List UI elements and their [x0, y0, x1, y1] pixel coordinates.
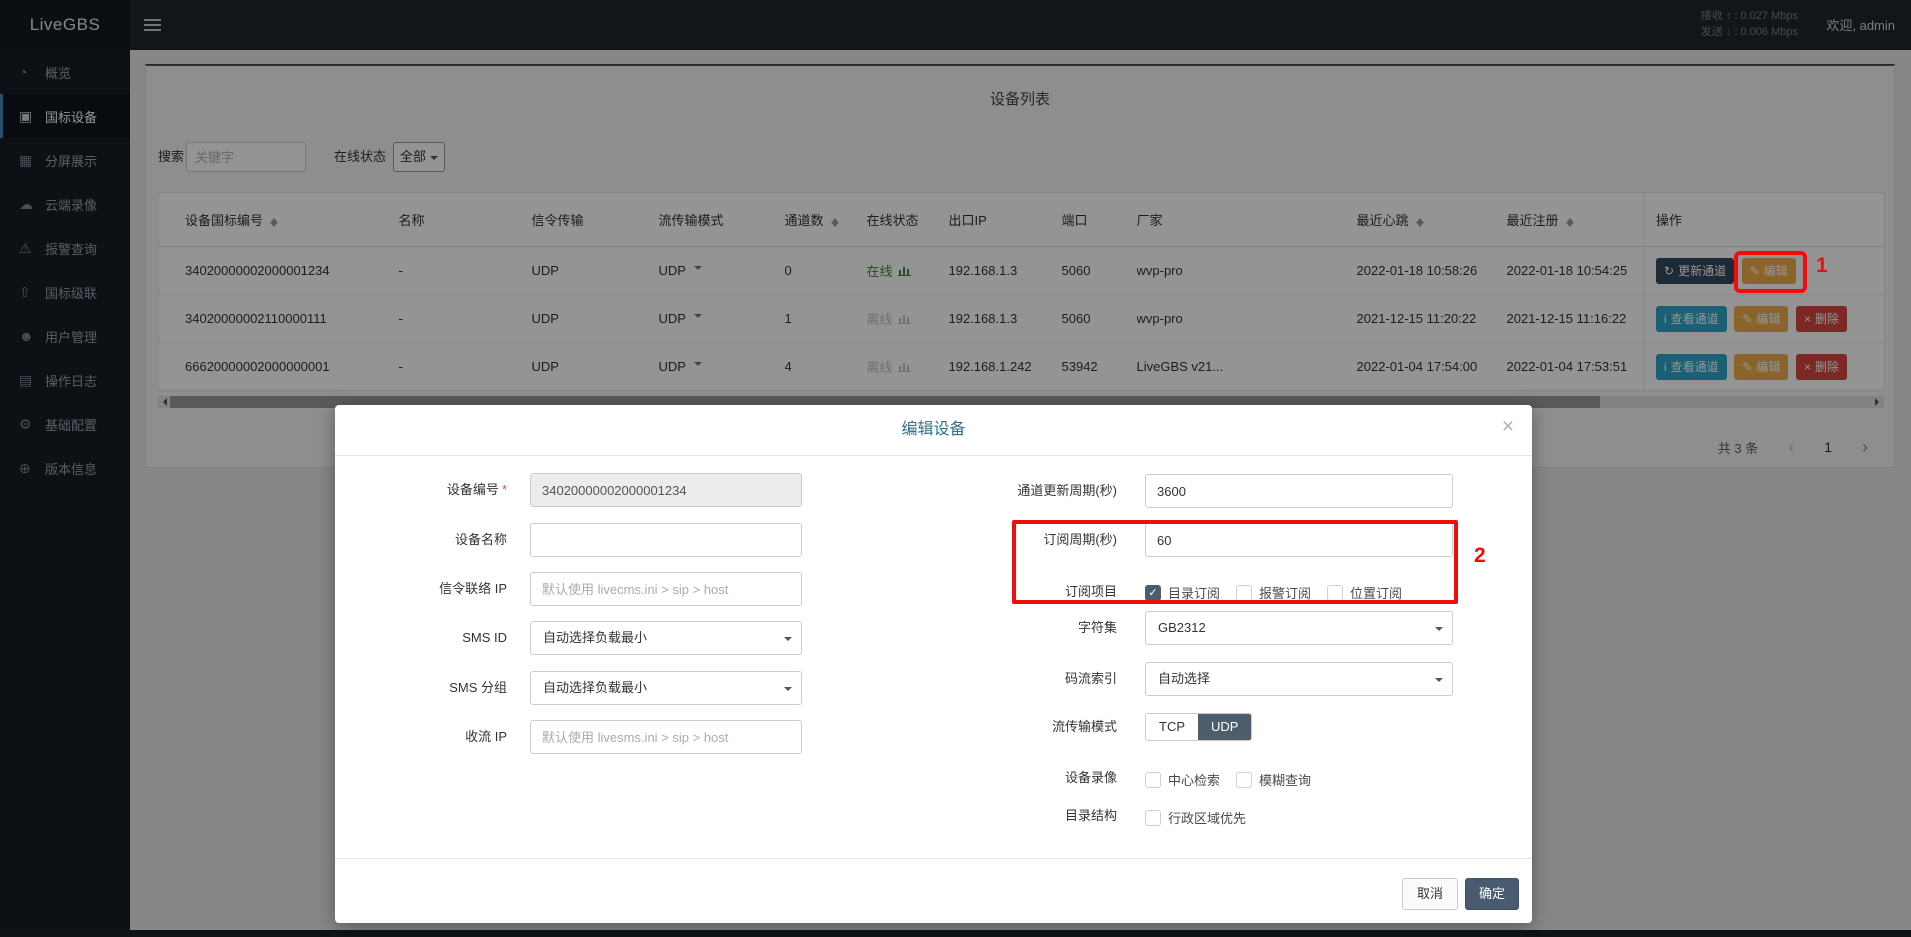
sms-id-label: SMS ID — [335, 621, 507, 655]
device-id-field — [530, 473, 802, 507]
sms-group-label: SMS 分组 — [335, 671, 507, 705]
sip-contact-ip-label: 信令联络 IP — [335, 572, 507, 606]
channel-refresh-field[interactable] — [1145, 474, 1453, 508]
channel-refresh-label: 通道更新周期(秒) — [825, 474, 1117, 508]
transport-mode-toggle: TCP UDP — [1145, 713, 1252, 741]
stream-index-label: 码流索引 — [825, 662, 1117, 696]
cancel-button[interactable]: 取消 — [1402, 878, 1458, 910]
checkbox-icon[interactable] — [1145, 772, 1161, 788]
annotation-number-2: 2 — [1474, 544, 1486, 568]
center-search-checkbox[interactable]: 中心检索 — [1145, 770, 1220, 789]
recv-ip-label: 收流 IP — [335, 720, 507, 754]
modal-header: 编辑设备 × — [335, 405, 1532, 456]
admin-region-first-checkbox[interactable]: 行政区域优先 — [1145, 808, 1246, 827]
catalog-structure-label: 目录结构 — [825, 799, 1117, 833]
sip-contact-ip-field[interactable] — [530, 572, 802, 606]
fuzzy-query-checkbox[interactable]: 模糊查询 — [1236, 770, 1311, 789]
checkbox-icon[interactable] — [1236, 772, 1252, 788]
confirm-button[interactable]: 确定 — [1465, 878, 1519, 910]
device-record-group: 中心检索 模糊查询 — [1145, 770, 1311, 789]
device-id-label: 设备编号* — [335, 473, 507, 507]
stream-index-select[interactable]: 自动选择 — [1145, 662, 1453, 696]
charset-label: 字符集 — [825, 611, 1117, 645]
device-name-field[interactable] — [530, 523, 802, 557]
tcp-option[interactable]: TCP — [1146, 714, 1198, 740]
required-mark: * — [502, 482, 507, 497]
transport-mode-label: 流传输模式 — [825, 710, 1117, 744]
close-icon[interactable]: × — [1502, 416, 1514, 437]
annotation-box-2 — [1012, 520, 1458, 604]
sms-group-select[interactable]: 自动选择负载最小 — [530, 671, 802, 705]
udp-option[interactable]: UDP — [1198, 714, 1251, 740]
checkbox-icon[interactable] — [1145, 810, 1161, 826]
sms-id-select[interactable]: 自动选择负载最小 — [530, 621, 802, 655]
device-name-label: 设备名称 — [335, 523, 507, 557]
edit-device-modal: 编辑设备 × 设备编号* 设备名称 信令联络 IP SMS ID 自动选择负载最… — [335, 405, 1532, 923]
modal-title: 编辑设备 — [335, 405, 1532, 455]
annotation-box-1 — [1734, 251, 1807, 293]
annotation-number-1: 1 — [1816, 254, 1828, 278]
modal-footer: 取消 确定 — [335, 858, 1532, 923]
catalog-structure-group: 行政区域优先 — [1145, 808, 1246, 827]
charset-select[interactable]: GB2312 — [1145, 611, 1453, 645]
device-record-label: 设备录像 — [825, 761, 1117, 795]
recv-ip-field[interactable] — [530, 720, 802, 754]
